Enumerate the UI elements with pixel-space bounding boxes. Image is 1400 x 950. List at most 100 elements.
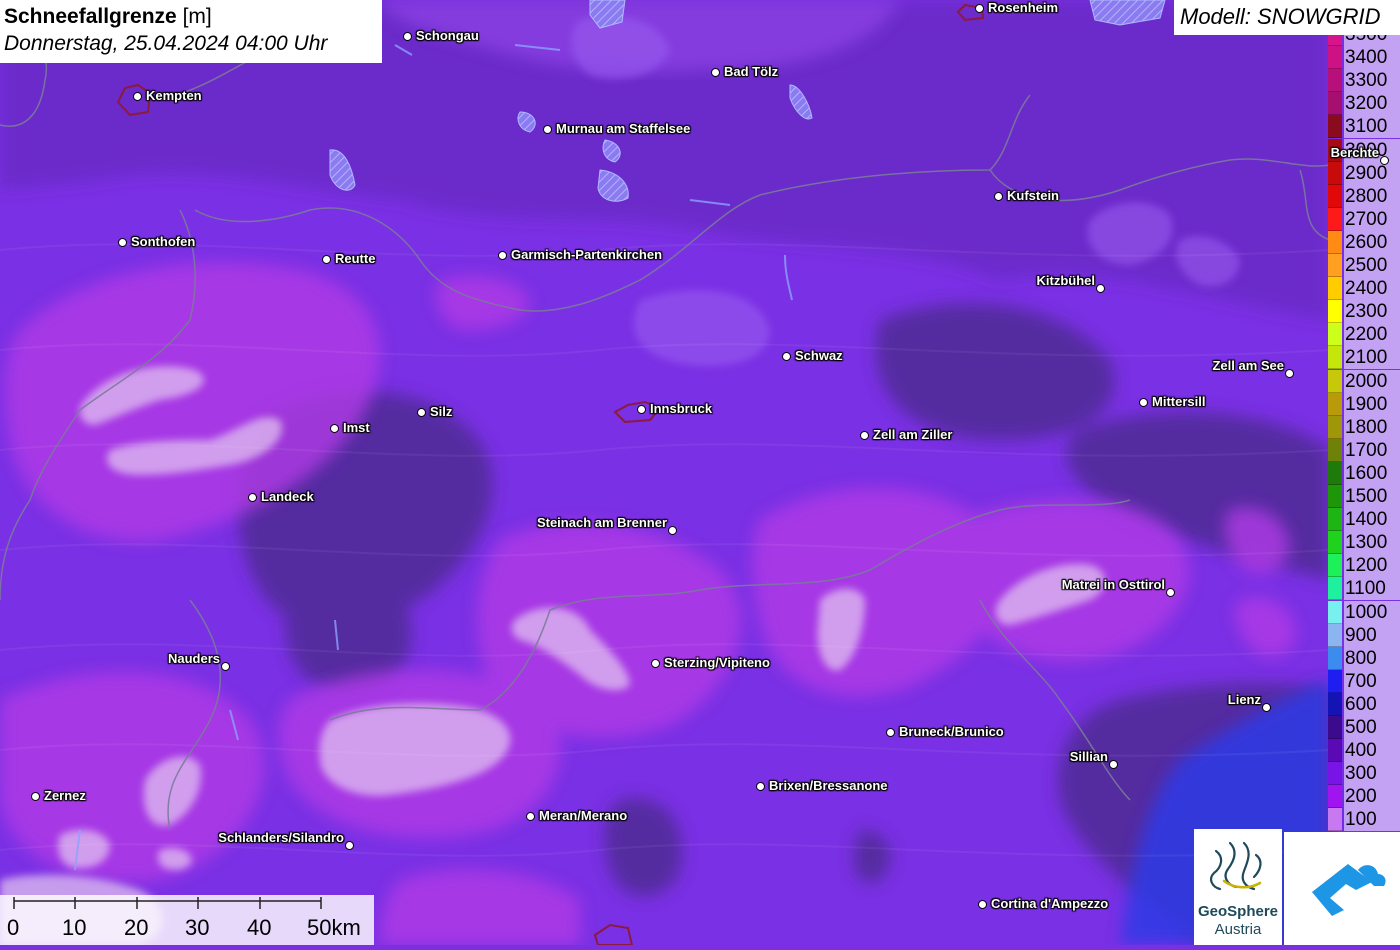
legend-label: 3400 — [1344, 46, 1400, 70]
city-label[interactable]: Schongau — [416, 28, 479, 43]
city-label[interactable]: Berchte — [1331, 145, 1379, 160]
city-label[interactable]: Rosenheim — [988, 0, 1058, 15]
city-marker[interactable] — [1109, 760, 1118, 769]
scale-label-30: 30 — [185, 915, 210, 940]
city-label[interactable]: Matrei in Osttirol — [1062, 577, 1165, 592]
legend-row: 2000 — [1328, 369, 1400, 393]
snowfall-map[interactable] — [0, 0, 1400, 945]
city-marker[interactable] — [1380, 156, 1389, 165]
legend-swatch — [1328, 739, 1342, 763]
city-marker[interactable] — [31, 792, 40, 801]
city-marker[interactable] — [994, 192, 1003, 201]
city-label[interactable]: Murnau am Staffelsee — [556, 121, 690, 136]
legend-swatch — [1328, 600, 1342, 624]
city-label[interactable]: Innsbruck — [650, 401, 712, 416]
city-label[interactable]: Bruneck/Brunico — [899, 724, 1004, 739]
city-label[interactable]: Cortina d'Ampezzo — [991, 896, 1108, 911]
legend-row: 100 — [1328, 808, 1400, 831]
city-marker[interactable] — [886, 728, 895, 737]
city-marker[interactable] — [756, 782, 765, 791]
city-marker[interactable] — [860, 431, 869, 440]
city-label[interactable]: Sillian — [1070, 749, 1108, 764]
scale-label-20: 20 — [124, 915, 149, 940]
city-marker[interactable] — [133, 92, 142, 101]
legend-row: 500 — [1328, 716, 1400, 740]
city-marker[interactable] — [248, 493, 257, 502]
legend-label: 200 — [1344, 785, 1400, 809]
city-marker[interactable] — [345, 841, 354, 850]
city-label[interactable]: Nauders — [168, 651, 220, 666]
legend-label: 3300 — [1344, 69, 1400, 93]
geosphere-country: Austria — [1214, 921, 1262, 938]
city-label[interactable]: Bad Tölz — [724, 64, 778, 79]
city-label[interactable]: Sonthofen — [131, 234, 195, 249]
legend-swatch — [1328, 762, 1342, 786]
legend-swatch — [1328, 461, 1342, 485]
legend-swatch — [1328, 785, 1342, 809]
city-label[interactable]: Kitzbühel — [1037, 273, 1096, 288]
city-marker[interactable] — [221, 662, 230, 671]
city-marker[interactable] — [782, 352, 791, 361]
city-marker[interactable] — [668, 526, 677, 535]
legend-swatch — [1328, 230, 1342, 254]
weather-app-logo[interactable] — [1284, 832, 1400, 945]
city-marker[interactable] — [1096, 284, 1105, 293]
city-label[interactable]: Garmisch-Partenkirchen — [511, 247, 662, 262]
legend-label: 800 — [1344, 646, 1400, 670]
legend-row: 3300 — [1328, 69, 1400, 93]
legend-row: 2300 — [1328, 300, 1400, 324]
geosphere-logo[interactable]: GeoSphere Austria — [1194, 829, 1282, 945]
city-marker[interactable] — [330, 424, 339, 433]
legend-label: 2000 — [1344, 369, 1400, 393]
city-marker[interactable] — [1139, 398, 1148, 407]
city-marker[interactable] — [118, 238, 127, 247]
legend-label: 3200 — [1344, 92, 1400, 116]
city-label[interactable]: Reutte — [335, 251, 375, 266]
city-label[interactable]: Mittersill — [1152, 394, 1205, 409]
city-marker[interactable] — [1166, 588, 1175, 597]
city-label[interactable]: Silz — [430, 404, 452, 419]
city-label[interactable]: Zell am See — [1212, 358, 1284, 373]
legend-row: 700 — [1328, 669, 1400, 693]
city-marker[interactable] — [651, 659, 660, 668]
city-label[interactable]: Schlanders/Silandro — [218, 830, 344, 845]
legend-swatch — [1328, 300, 1342, 324]
city-marker[interactable] — [403, 32, 412, 41]
city-label[interactable]: Steinach am Brenner — [537, 515, 667, 530]
city-label[interactable]: Brixen/Bressanone — [769, 778, 888, 793]
city-label[interactable]: Zell am Ziller — [873, 427, 952, 442]
city-marker[interactable] — [637, 405, 646, 414]
legend-swatch — [1328, 438, 1342, 462]
legend-label: 1400 — [1344, 508, 1400, 532]
legend-row: 2800 — [1328, 184, 1400, 208]
city-marker[interactable] — [978, 900, 987, 909]
legend-label: 1100 — [1344, 577, 1400, 601]
city-label[interactable]: Zernez — [44, 788, 86, 803]
city-label[interactable]: Schwaz — [795, 348, 843, 363]
legend-label: 2400 — [1344, 277, 1400, 301]
legend-label: 700 — [1344, 669, 1400, 693]
legend-swatch — [1328, 669, 1342, 693]
city-label[interactable]: Sterzing/Vipiteno — [664, 655, 770, 670]
city-marker[interactable] — [526, 812, 535, 821]
city-label[interactable]: Meran/Merano — [539, 808, 627, 823]
city-marker[interactable] — [1262, 703, 1271, 712]
city-label[interactable]: Kempten — [146, 88, 202, 103]
city-label[interactable]: Kufstein — [1007, 188, 1059, 203]
city-label[interactable]: Lienz — [1228, 692, 1261, 707]
city-marker[interactable] — [1285, 369, 1294, 378]
city-marker[interactable] — [498, 251, 507, 260]
legend-label: 1800 — [1344, 415, 1400, 439]
city-label[interactable]: Landeck — [261, 489, 314, 504]
city-marker[interactable] — [711, 68, 720, 77]
city-marker[interactable] — [417, 408, 426, 417]
legend-label: 1300 — [1344, 531, 1400, 555]
legend-row: 2100 — [1328, 346, 1400, 370]
city-label[interactable]: Imst — [343, 420, 370, 435]
city-marker[interactable] — [322, 255, 331, 264]
city-marker[interactable] — [975, 4, 984, 13]
legend-row: 3200 — [1328, 92, 1400, 116]
city-marker[interactable] — [543, 125, 552, 134]
legend-row: 2200 — [1328, 323, 1400, 347]
legend-row: 2900 — [1328, 161, 1400, 185]
